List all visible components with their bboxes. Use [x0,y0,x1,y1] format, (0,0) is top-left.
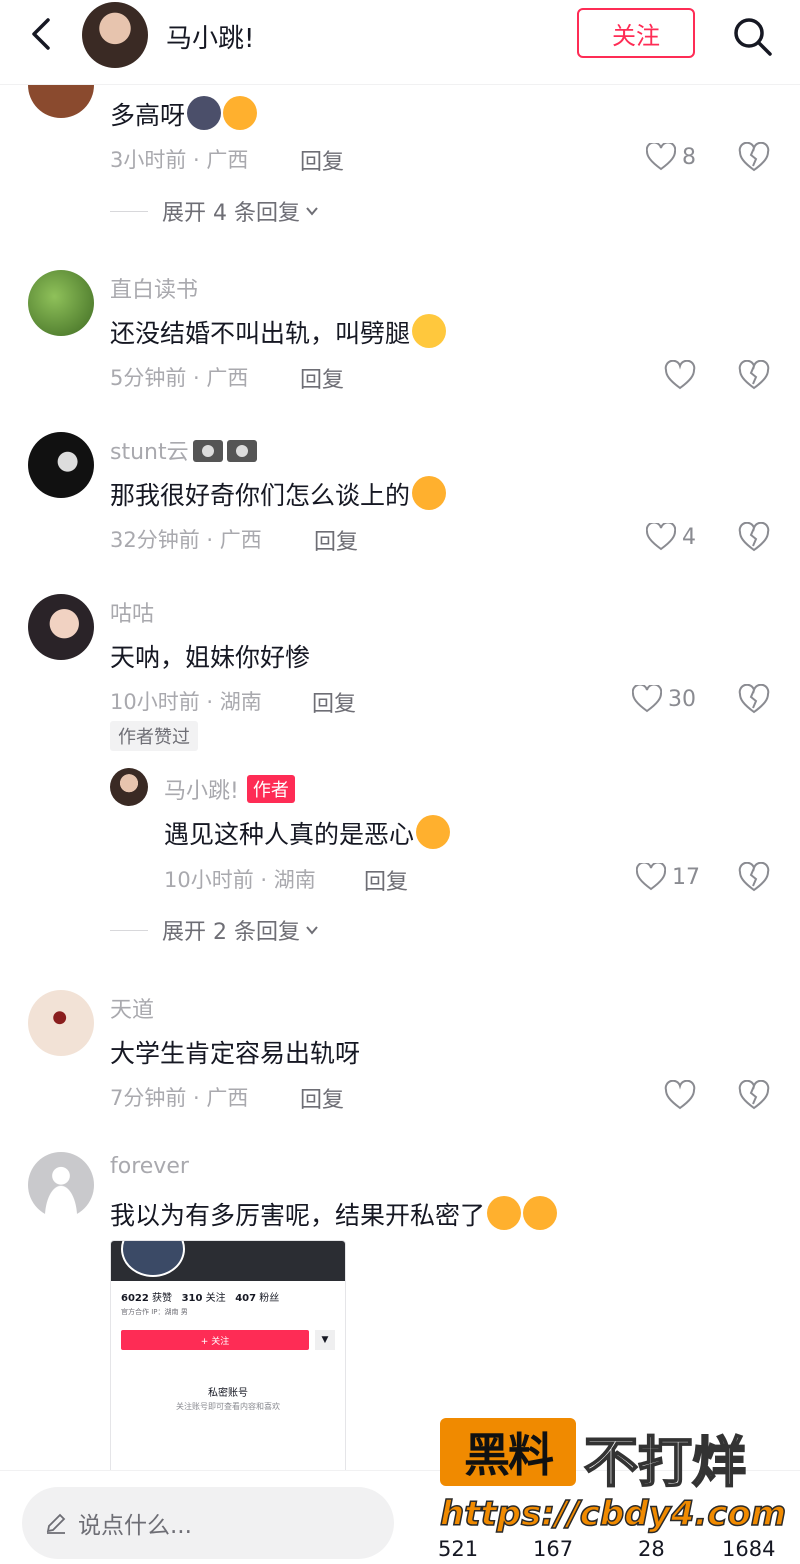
smirk-emoji-icon [487,1196,522,1230]
comment-avatar[interactable] [28,990,94,1056]
comment-input-placeholder: 说点什么... [78,1513,192,1539]
thumb-stats: 6022 获赞 310 关注 407 粉丝 [121,1293,280,1304]
author-liked-badge: 作者赞过 [110,721,198,751]
reply-button[interactable]: 回复 [300,362,344,394]
thumb-private-subtitle: 关注账号即可查看内容和喜欢 [176,1402,280,1411]
reply-username[interactable]: 马小跳! 作者 [164,773,295,805]
heart-icon [636,863,666,891]
comment-text: 多高呀 [110,96,258,132]
watermark-logo: 黑料 [440,1418,576,1486]
dislike-icon[interactable] [738,522,770,552]
share-count-stat[interactable]: 1684 [722,1537,775,1561]
comment-image[interactable]: 6022 获赞 310 关注 407 粉丝 官方合作 IP：湖南 男 + 关注 … [110,1240,346,1474]
comment-username[interactable]: 天道 [110,992,154,1024]
reply-avatar[interactable] [110,768,148,806]
reply-button[interactable]: 回复 [312,686,356,718]
comment-text: 大学生肯定容易出轨呀 [110,1039,361,1068]
comment-username[interactable]: stunt云 [110,434,257,466]
like-count: 8 [682,144,696,170]
comment-meta: 3小时前 · 广西 [110,148,249,172]
follow-button[interactable]: 关注 [577,8,695,58]
search-icon[interactable] [730,14,774,58]
chevron-down-icon [306,207,318,216]
watermark-text: 不打烊 [583,1430,747,1495]
comment-username[interactable]: forever [110,1154,189,1179]
thumb-private-title: 私密账号 [208,1388,248,1399]
comment-meta: 32分钟前 · 广西 [110,528,262,552]
thinking-emoji-icon [412,476,447,510]
thumb-dropdown: ▼ [315,1330,335,1350]
comment-avatar[interactable] [28,432,94,498]
like-count: 4 [682,524,696,550]
author-badge: 作者 [246,775,295,803]
thumb-tags: 官方合作 IP：湖南 男 [121,1308,188,1316]
comment-text: 还没结婚不叫出轨，叫劈腿 [110,314,447,350]
watermark-url: https://cbdy4.com [439,1493,787,1535]
dislike-icon[interactable] [738,684,770,714]
comment-text: 我以为有多厉害呢，结果开私密了 [110,1196,558,1232]
expand-replies-button[interactable]: 展开 2 条回复 [110,914,320,946]
reply-button[interactable]: 回复 [300,144,344,176]
reply-button[interactable]: 回复 [300,1082,344,1114]
dislike-icon[interactable] [738,142,770,172]
comment-username[interactable]: 咕咕 [110,596,154,628]
comment-avatar[interactable] [28,1152,94,1218]
dislike-icon[interactable] [738,1080,770,1110]
heart-icon [646,143,676,171]
heart-icon[interactable] [664,1080,696,1110]
camera-emoji-icon [226,440,257,462]
like-count-stat[interactable]: 521 [438,1537,478,1561]
pencil-icon [46,1513,66,1534]
comment-username[interactable]: 直白读书 [110,272,198,304]
crying-emoji-icon [416,815,451,849]
reply-button[interactable]: 回复 [364,864,408,896]
expand-replies-label: 展开 2 条回复 [162,920,300,945]
heart-icon[interactable] [664,360,696,390]
dizzy-emoji-icon [412,314,447,348]
heart-icon [646,523,676,551]
comment-avatar[interactable] [28,270,94,336]
camera-emoji-icon [192,440,223,462]
like-button[interactable]: 17 [636,860,700,894]
comment-meta: 5分钟前 · 广西 [110,366,249,390]
like-button[interactable]: 8 [646,140,696,174]
comment-input[interactable]: 说点什么... [22,1487,394,1559]
like-count: 17 [672,864,700,890]
like-count: 30 [668,686,696,712]
reply-text: 遇见这种人真的是恶心 [164,815,451,851]
reply-meta: 10小时前 · 湖南 [164,868,316,892]
expand-replies-button[interactable]: 展开 4 条回复 [110,195,320,227]
author-name[interactable]: 马小跳! [166,18,254,55]
like-button[interactable]: 4 [646,520,696,554]
smirk-emoji-icon [523,1196,558,1230]
author-avatar[interactable] [82,2,148,68]
heart-icon [632,685,662,713]
comment-meta: 7分钟前 · 广西 [110,1086,249,1110]
back-arrow-icon[interactable] [22,14,62,54]
smirk-emoji-icon [223,96,258,130]
chevron-down-icon [306,926,318,935]
dislike-icon[interactable] [738,360,770,390]
favorite-count-stat[interactable]: 28 [638,1537,665,1561]
comment-count-stat[interactable]: 167 [533,1537,573,1561]
expand-replies-label: 展开 4 条回复 [162,201,300,226]
comment-avatar[interactable] [28,594,94,660]
divider [110,929,148,931]
like-button[interactable]: 30 [632,682,696,716]
comment-text: 那我很好奇你们怎么谈上的 [110,476,447,512]
dislike-icon[interactable] [738,862,770,892]
comment-meta: 10小时前 · 湖南 [110,690,262,714]
top-bar: 马小跳! 关注 [0,0,800,85]
comment-text: 天呐，姐妹你好惨 [110,643,311,672]
reply-button[interactable]: 回复 [314,524,358,556]
thumb-follow-button: + 关注 [121,1330,309,1350]
emoji-icon [187,96,222,130]
divider [110,210,148,212]
